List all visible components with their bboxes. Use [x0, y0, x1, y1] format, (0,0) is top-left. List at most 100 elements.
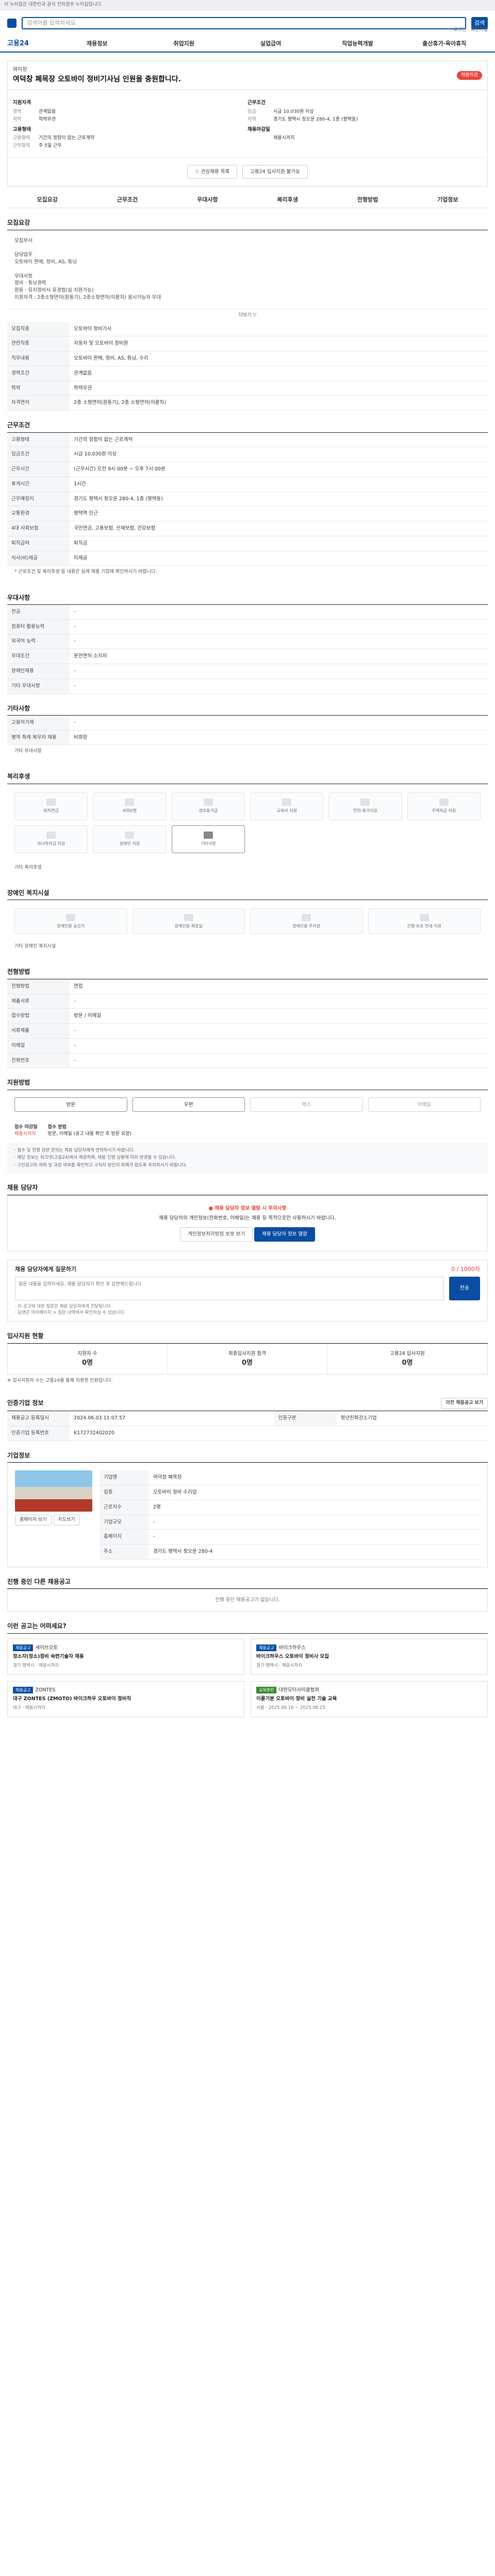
stats-grid: 지원자 수 0명 최종입사지원 합격 0명 고용24 입사지원 0명: [7, 1343, 488, 1375]
cell-value: -: [148, 1529, 480, 1545]
benefit-item: 자녀학자금 지원: [14, 825, 88, 853]
cell-key: 전공: [7, 604, 70, 620]
cell-value: 미제공: [70, 551, 488, 566]
method-section: 지원방법 방문 우편 팩스 이메일 접수 마감일 채용시까지 접수 방법 방문, 이메일 …: [7, 1076, 488, 1174]
company-box: 홈페이지 보기 지도보기 기업명 여덕창 폐목장 업종 오토바이 정비 수리업 근로자수 2…: [7, 1463, 488, 1567]
apply-disabled-button[interactable]: 고용24 입사지원 불가능: [242, 164, 308, 179]
map-button[interactable]: 지도보기: [53, 1515, 80, 1526]
cell-key: 모집직종: [7, 321, 70, 337]
cell-value: 경기도 평택시 청오문 280-4, 1층 (평택동): [70, 492, 488, 507]
section-title: 기타사항: [7, 702, 488, 716]
benefit-item: 장애인용 승강기: [14, 908, 127, 935]
cert-table: 채용공고 등록일시 2024.06.03 11:07:57 인증구분 청년친화강소기업…: [7, 1411, 488, 1442]
section-title: 전형방법: [7, 965, 488, 979]
benefit-label: 연차·휴가지원: [353, 808, 377, 814]
benefit-label: 경조휴가금: [199, 808, 218, 814]
table-row: 고용허가제 -: [7, 715, 488, 731]
summary-heading: 채용마감일: [248, 126, 270, 132]
cell-key: 교통환경: [7, 506, 70, 522]
nav-item[interactable]: 직업능력개발: [314, 40, 401, 48]
benefits-section: 복리후생 퇴직연금 4대보험 경조휴가금 교육비 지원 연차·휴가지원 주택자금 지원 자녀…: [7, 770, 488, 878]
cell-key: 채용공고 등록일시: [7, 1411, 70, 1427]
benefit-item: 장애인용 화장실: [132, 908, 245, 935]
cell-key: 기업명: [100, 1470, 149, 1486]
homepage-button[interactable]: 홈페이지 보기: [15, 1515, 52, 1526]
related-card[interactable]: 교육훈련 대한모터사이클협회 이륜기분 오토바이 정비 실전 기술 교육 서울 · 2…: [251, 1681, 488, 1717]
tab-benefits[interactable]: 복리후생: [248, 196, 327, 204]
table-row: 관련직종 자동차 및 오토바이 정비원: [7, 336, 488, 352]
card-badge: 채용공고: [13, 1686, 34, 1694]
summary-key: 고용형태: [13, 135, 30, 141]
cell-value: 자동차 및 오토바이 정비원: [70, 336, 488, 352]
benefit-icon: [282, 799, 292, 806]
card-head: 채용공고 바이크하우스: [256, 1644, 482, 1652]
nav-item[interactable]: 채용정보: [54, 40, 140, 48]
search-input[interactable]: 검색어를 입력하세요: [22, 17, 466, 29]
table-row: 휴게시간 1시간: [7, 477, 488, 492]
view-manager-button[interactable]: 채용 담당자 정보 열람: [254, 1227, 315, 1242]
table-row: 우대조건 운전면허 소지자: [7, 649, 488, 664]
cell-value: -: [148, 1515, 480, 1530]
summary-row: 지역 경기도 평택시 청오문 280-4, 1층 (평택동): [248, 116, 482, 123]
related-card[interactable]: 채용공고 ZONTES 대구 ZONTES (ZMOTO) 바이크하우 오토바이 정…: [7, 1681, 244, 1717]
privacy-button[interactable]: 개인정보처리방침 보호 보기: [180, 1227, 253, 1242]
summary-row: 임금 시급 10,030원 이상: [248, 109, 482, 115]
cell-value: 2종 소형면허(원동기), 2종 소형면허(이륜차): [70, 395, 488, 411]
stat-label: 최종입사지원 합격: [228, 1350, 266, 1357]
send-button[interactable]: 전송: [449, 1276, 480, 1300]
logo-icon[interactable]: [7, 19, 16, 28]
nav-item[interactable]: 취업지원: [140, 40, 227, 48]
util-links[interactable]: 로그인 · 회원가입: [453, 27, 488, 33]
table-row: 자격면허 2종 소형면허(원동기), 2종 소형면허(이륜차): [7, 395, 488, 411]
summary-value: 기간의 정함이 없는 근로계약: [39, 135, 94, 141]
cell-value: 학력무관: [70, 381, 488, 396]
table-row: 인증기업 등록번호 K172732402020: [7, 1426, 488, 1442]
table-row: 주소 경기도 평택시 청오문 280-4: [100, 1544, 480, 1560]
table-row: 홈페이지 -: [100, 1529, 480, 1545]
cell-value: 기간의 정함이 없는 근로계약: [70, 432, 488, 448]
related-card[interactable]: 채용공고 세이브오토 정소자(정소)정비 숙련기술자 채용 경기 평택시 · 채용시까…: [7, 1638, 244, 1675]
tab-conditions[interactable]: 근무조건: [87, 196, 167, 204]
card-badge: 채용공고: [13, 1644, 34, 1652]
related-card[interactable]: 채용공고 바이크하우스 바이크하우스 오토바이 정비사 모집 경기 평택시 · 채용시…: [251, 1638, 488, 1675]
table-row: 기업명 여덕창 폐목장: [100, 1470, 480, 1486]
stat-value: 0명: [402, 1359, 413, 1367]
cell-value: 면접: [70, 979, 488, 994]
benefit-item: 연차·휴가지원: [328, 792, 402, 820]
benefit-icon: [125, 799, 135, 806]
cell-value: 시급 10,030원 이상: [70, 447, 488, 463]
stat-label: 고용24 입사지원: [390, 1350, 425, 1357]
more-button[interactable]: 더보기 ▽: [7, 309, 488, 322]
nav-item[interactable]: 실업급여: [227, 40, 314, 48]
summary-right: 근무조건 임금 시급 10,030원 이상 지역 경기도 평택시 청오문 280-4…: [248, 96, 482, 151]
cell-key: 식사(비)제공: [7, 551, 70, 566]
question-note: · 답변은 마이페이지 > 질문 내역에서 확인하실 수 있습니다.: [15, 1310, 126, 1316]
table-row: 이메일 -: [7, 1038, 488, 1054]
cell-value: 청년친화강소기업: [336, 1411, 488, 1427]
summary-row: 근무형태 주 5일 근무: [13, 143, 248, 149]
section-title: 근무조건: [7, 419, 488, 433]
conditions-section: 근무조건 고용형태 기간의 정함이 없는 근로계약 임금조건 시급 10,030원 이…: [7, 419, 488, 583]
cell-value: 평택역 인근: [70, 506, 488, 522]
question-input[interactable]: [15, 1276, 444, 1300]
manager-warning: ● 채용 담당자 정보 열람 시 주의사항: [208, 1205, 287, 1211]
tab-recruit[interactable]: 모집요강: [7, 196, 87, 204]
tab-selection[interactable]: 전형방법: [327, 196, 407, 204]
cell-key: 근무시간: [7, 462, 70, 477]
favorite-button[interactable]: ☆ 관심채용 목록: [187, 164, 238, 179]
prev-posting-button[interactable]: 이전 채용공고 보기: [441, 1398, 488, 1409]
table-row: 채용공고 등록일시 2024.06.03 11:07:57 인증구분 청년친화강소기업: [7, 1411, 488, 1427]
brand-logo[interactable]: 고용24: [7, 39, 54, 49]
recruit-section: 모집요강 모집부서 담당업무 오토바이 판매, 정비, AS, 튜닝 우대사항 …: [7, 216, 488, 411]
selection-section: 전형방법 전형방법 면접 제출서류 - 접수방법 방문 / 이메일 서류제출 - 이메일 - 전화번…: [7, 965, 488, 1069]
tab-preference[interactable]: 우대사항: [168, 196, 248, 204]
section-title: 입사지원 현황: [7, 1330, 488, 1344]
star-icon: ☆: [195, 168, 201, 175]
nav-item[interactable]: 출산휴가·육아휴직: [401, 40, 488, 48]
method-item: 팩스: [250, 1097, 363, 1112]
tab-company[interactable]: 기업정보: [408, 196, 488, 204]
cell-value: -: [70, 994, 488, 1009]
cell-key: 자격면허: [7, 395, 70, 411]
section-title: 기업정보: [7, 1449, 488, 1463]
section-title-row: 인증기업 정보 이전 채용공고 보기: [7, 1396, 488, 1412]
